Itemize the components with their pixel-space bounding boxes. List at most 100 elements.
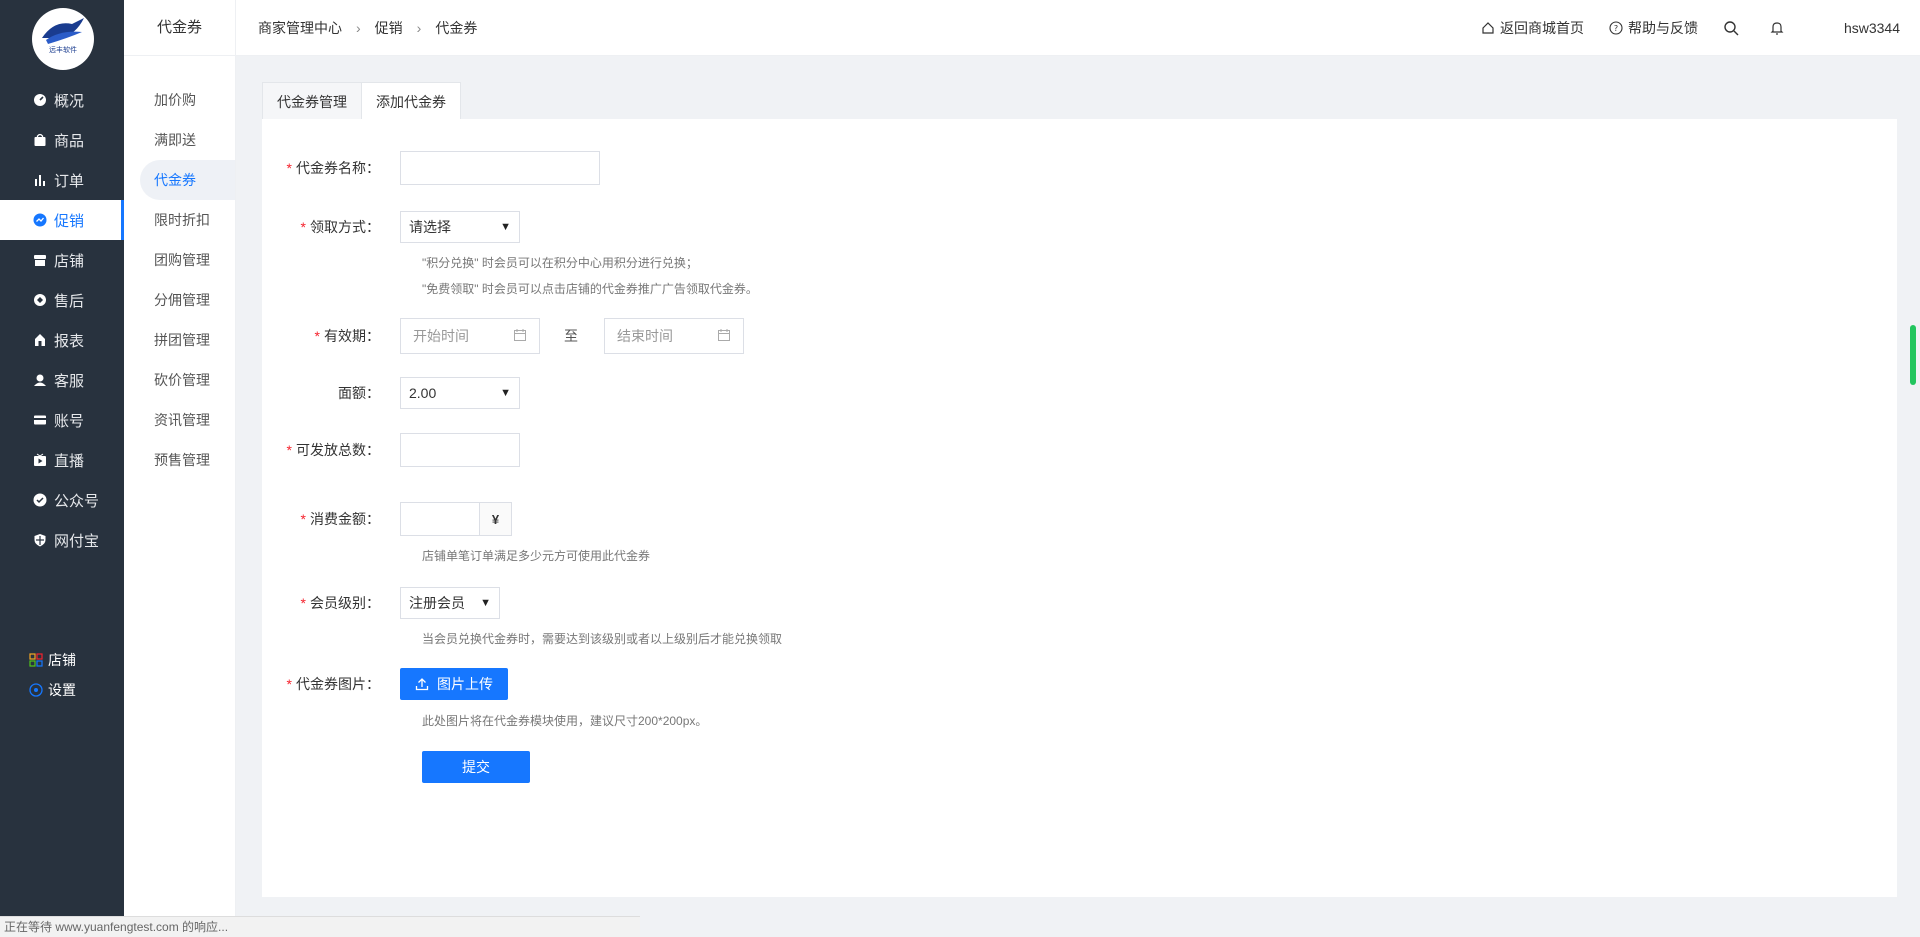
- sidebar-item-label: 售后: [54, 292, 85, 310]
- required-mark: *: [300, 511, 306, 527]
- scrollbar-thumb[interactable]: [1910, 325, 1916, 385]
- breadcrumb-item: 代金券: [435, 20, 478, 36]
- spend-amount-input[interactable]: [400, 502, 480, 536]
- grid-icon: [28, 652, 44, 668]
- main-sidebar: 远丰软件 概况 商品 订单 促销 店铺 售后 报表 客服 账号 直播 公众号 网付宝 店铺 设置: [0, 0, 124, 937]
- subnav-item[interactable]: 限时折扣: [124, 200, 235, 240]
- sidebar-item[interactable]: 店铺: [0, 240, 124, 280]
- card-icon: [32, 412, 48, 428]
- sidebar-item-label: 报表: [54, 332, 85, 350]
- promotion-icon: [32, 212, 48, 228]
- member-level-hint: 当会员兑换代金券时，需要达到该级别或者以上级别后才能兑换领取: [422, 632, 783, 646]
- validity-label: 有效期：: [324, 328, 380, 344]
- subnav-item[interactable]: 资讯管理: [124, 400, 235, 440]
- shield-icon: [32, 532, 48, 548]
- sidebar-item[interactable]: 客服: [0, 360, 124, 400]
- date-range-separator: 至: [564, 328, 578, 344]
- end-date-input[interactable]: 结束时间: [604, 318, 744, 354]
- sidebar-bottom-label: 店铺: [48, 652, 76, 668]
- submit-button[interactable]: 提交: [422, 751, 530, 783]
- live-icon: [32, 452, 48, 468]
- sidebar-item[interactable]: 售后: [0, 280, 124, 320]
- start-date-input[interactable]: 开始时间: [400, 318, 540, 354]
- required-mark: *: [300, 595, 306, 611]
- header-actions: 返回商城首页 ? 帮助与反馈 hsw3344: [1456, 0, 1900, 56]
- store-icon: [32, 252, 48, 268]
- sidebar-bottom: 店铺 设置: [28, 645, 76, 705]
- required-mark: *: [286, 160, 292, 176]
- face-value-value: 2.00: [409, 385, 437, 401]
- sidebar-item[interactable]: 商品: [0, 120, 124, 160]
- chevron-down-icon: ▼: [500, 221, 511, 233]
- total-quantity-input[interactable]: [400, 433, 520, 467]
- sidebar-bottom-label: 设置: [48, 682, 76, 698]
- subnav-title: 代金券: [124, 0, 235, 56]
- subnav-item[interactable]: 团购管理: [124, 240, 235, 280]
- browser-status-bar: 正在等待 www.yuanfengtest.com 的响应...: [0, 916, 640, 937]
- sidebar-item[interactable]: 订单: [0, 160, 124, 200]
- sidebar-bottom-item[interactable]: 店铺: [28, 645, 76, 675]
- subnav-item[interactable]: 满即送: [124, 120, 235, 160]
- username: hsw3344: [1843, 20, 1900, 36]
- spend-amount-hint: 店铺单笔订单满足多少元方可使用此代金券: [422, 549, 651, 563]
- breadcrumb-item[interactable]: 促销: [375, 18, 403, 38]
- sidebar-item-label: 公众号: [54, 492, 100, 510]
- currency-addon: ¥: [480, 502, 512, 536]
- sidebar-item-label: 概况: [54, 92, 85, 110]
- coupon-name-input[interactable]: [400, 151, 600, 185]
- settings-icon: [28, 682, 44, 698]
- face-value-row: 面额： 2.00 ▼: [262, 377, 520, 409]
- member-level-select[interactable]: 注册会员 ▼: [400, 587, 500, 619]
- sidebar-item[interactable]: 概况: [0, 80, 124, 120]
- sidebar-item-label: 客服: [54, 372, 85, 390]
- home-link[interactable]: 返回商城首页: [1480, 18, 1584, 38]
- notification-button[interactable]: [1768, 19, 1790, 37]
- subnav-item[interactable]: 代金券: [140, 160, 235, 200]
- coupon-image-label: 代金券图片：: [296, 676, 380, 692]
- form-panel: * 代金券名称： * 领取方式： 请选择 ▼ "积分兑换" 时会员可以在积分中心用积…: [262, 119, 1897, 897]
- breadcrumb: 商家管理中心 › 促销 › 代金券: [258, 0, 477, 56]
- main-nav: 概况商品订单促销店铺售后报表客服账号 直播公众号网付宝: [0, 80, 124, 560]
- sidebar-bottom-item[interactable]: 设置: [28, 675, 76, 705]
- subnav-item[interactable]: 加价购: [124, 80, 235, 120]
- search-button[interactable]: [1722, 19, 1744, 37]
- sidebar-item-label: 商品: [54, 132, 85, 150]
- subnav-item[interactable]: 砍价管理: [124, 360, 235, 400]
- required-mark: *: [286, 676, 292, 692]
- chevron-right-icon: ›: [416, 20, 422, 36]
- tab-add-coupon[interactable]: 添加代金券: [362, 82, 461, 120]
- bag-icon: [32, 132, 48, 148]
- breadcrumb-item[interactable]: 商家管理中心: [258, 18, 342, 38]
- sidebar-item[interactable]: 报表: [0, 320, 124, 360]
- spend-amount-row: * 消费金额： ¥: [262, 502, 512, 536]
- sidebar-item-label: 店铺: [54, 252, 85, 270]
- spend-amount-label: 消费金额：: [310, 511, 380, 527]
- subnav-item[interactable]: 分佣管理: [124, 280, 235, 320]
- help-link[interactable]: ? 帮助与反馈: [1608, 18, 1698, 38]
- brand-logo[interactable]: 远丰软件: [32, 8, 94, 70]
- face-value-label: 面额：: [338, 385, 380, 401]
- sidebar-item[interactable]: 账号: [0, 400, 124, 440]
- upload-image-button[interactable]: 图片上传: [400, 668, 508, 700]
- start-date-placeholder: 开始时间: [413, 328, 469, 344]
- tab-coupon-management[interactable]: 代金券管理: [262, 82, 362, 120]
- user-menu[interactable]: hsw3344: [1813, 16, 1900, 40]
- sidebar-item[interactable]: 直播: [0, 440, 124, 480]
- required-mark: *: [300, 219, 306, 235]
- sidebar-item-label: 促销: [54, 212, 85, 230]
- total-quantity-label: 可发放总数：: [296, 442, 380, 458]
- help-link-label: 帮助与反馈: [1627, 20, 1698, 36]
- coupon-image-row: * 代金券图片： 图片上传: [262, 668, 508, 700]
- svg-text:远丰软件: 远丰软件: [49, 45, 77, 54]
- tab-bar: 代金券管理 添加代金券: [262, 82, 461, 120]
- coupon-image-hint: 此处图片将在代金券模块使用，建议尺寸200*200px。: [422, 714, 708, 728]
- subnav-item[interactable]: 拼团管理: [124, 320, 235, 360]
- subnav-item[interactable]: 预售管理: [124, 440, 235, 480]
- sidebar-item[interactable]: 网付宝: [0, 520, 124, 560]
- avatar: [1813, 16, 1838, 40]
- sidebar-item[interactable]: 促销: [0, 200, 124, 240]
- sidebar-item[interactable]: 公众号: [0, 480, 124, 520]
- claim-method-value: 请选择: [409, 219, 451, 235]
- face-value-select[interactable]: 2.00 ▼: [400, 377, 520, 409]
- claim-method-select[interactable]: 请选择 ▼: [400, 211, 520, 243]
